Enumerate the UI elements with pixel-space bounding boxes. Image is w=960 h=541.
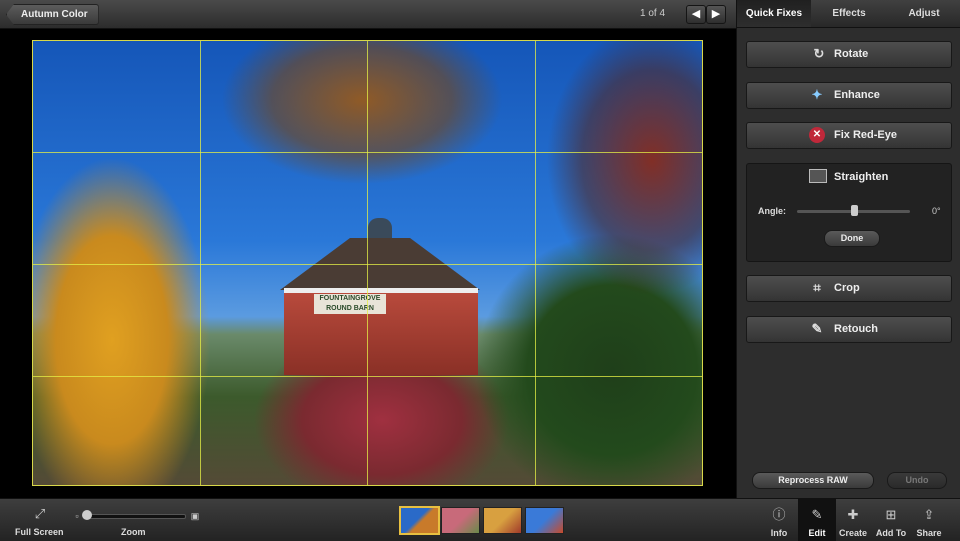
reprocess-raw-button[interactable]: Reprocess RAW (752, 472, 874, 489)
full-screen-label[interactable]: Full Screen (15, 527, 64, 537)
enhance-button[interactable]: ✦ Enhance (746, 82, 952, 109)
edit-panel: Quick Fixes Effects Adjust ↻ Rotate ✦ En… (736, 0, 960, 498)
tab-effects[interactable]: Effects (812, 0, 886, 27)
zoom-label: Zoom (121, 527, 146, 537)
wand-icon: ✦ (811, 87, 823, 102)
barn-sign: FOUNTAINGROVE ROUND BARN (314, 294, 386, 314)
fix-red-eye-button[interactable]: ✕ Fix Red-Eye (746, 122, 952, 149)
add-to-icon[interactable]: ⊞ (882, 507, 900, 523)
top-toolbar: Autumn Color 1 of 4 ◀ ▶ (0, 0, 736, 29)
bottom-toolbar: ⤢ Full Screen ▫ ▣ Zoom ⓘ Info ✎ Edit ✚ C… (0, 498, 960, 541)
crop-icon: ⌗ (813, 280, 821, 295)
tab-quick-fixes[interactable]: Quick Fixes (737, 0, 811, 27)
grid-line-v2 (367, 40, 368, 486)
info-icon[interactable]: ⓘ (770, 507, 788, 523)
zoom-slider-thumb[interactable] (82, 510, 92, 520)
photo-canvas[interactable]: FOUNTAINGROVE ROUND BARN (0, 29, 736, 498)
red-eye-icon: ✕ (809, 127, 825, 143)
straighten-icon (809, 169, 827, 183)
crop-button[interactable]: ⌗ Crop (746, 275, 952, 302)
rotate-label: Rotate (834, 48, 869, 60)
angle-slider-thumb[interactable] (851, 205, 858, 216)
info-label[interactable]: Info (759, 528, 799, 538)
create-icon[interactable]: ✚ (844, 507, 862, 523)
straighten-panel: Straighten Angle: 0° Done (746, 163, 952, 262)
enhance-label: Enhance (834, 89, 880, 101)
zoom-slider[interactable] (84, 514, 186, 519)
grid-line-v1 (200, 40, 201, 486)
add-to-label[interactable]: Add To (871, 528, 911, 538)
rotate-icon: ↻ (813, 46, 825, 61)
create-label[interactable]: Create (833, 528, 873, 538)
fix-red-eye-label: Fix Red-Eye (834, 129, 897, 141)
photo-counter: 1 of 4 (640, 8, 666, 19)
thumbnail-4[interactable] (525, 507, 564, 534)
retouch-button[interactable]: ✎ Retouch (746, 316, 952, 343)
full-screen-icon[interactable]: ⤢ (31, 506, 49, 522)
barn-cupola (368, 218, 392, 240)
share-label[interactable]: Share (909, 528, 949, 538)
share-icon[interactable]: ⇪ (920, 507, 938, 523)
angle-label: Angle: (758, 206, 786, 216)
straighten-title[interactable]: Straighten (834, 171, 888, 183)
edit-tabs: Quick Fixes Effects Adjust (737, 0, 960, 28)
rotate-button[interactable]: ↻ Rotate (746, 41, 952, 68)
brush-icon: ✎ (811, 321, 823, 336)
thumbnail-3[interactable] (483, 507, 522, 534)
grid-line-v3 (535, 40, 536, 486)
tab-adjust[interactable]: Adjust (887, 0, 960, 27)
done-button[interactable]: Done (824, 230, 880, 247)
crop-label: Crop (834, 282, 860, 294)
retouch-label: Retouch (834, 323, 878, 335)
arrow-right-icon: ▶ (711, 8, 721, 20)
next-photo-button[interactable]: ▶ (706, 5, 726, 24)
angle-value: 0° (932, 206, 941, 216)
undo-button[interactable]: Undo (887, 472, 947, 489)
back-to-album-button[interactable]: Autumn Color (6, 4, 99, 25)
edit-icon[interactable]: ✎ (808, 507, 826, 523)
edit-label[interactable]: Edit (797, 528, 837, 538)
thumbnail-2[interactable] (441, 507, 480, 534)
zoom-in-icon[interactable]: ▣ (186, 508, 204, 524)
previous-photo-button[interactable]: ◀ (686, 5, 706, 24)
arrow-left-icon: ◀ (691, 8, 701, 20)
thumbnail-1[interactable] (399, 506, 440, 535)
